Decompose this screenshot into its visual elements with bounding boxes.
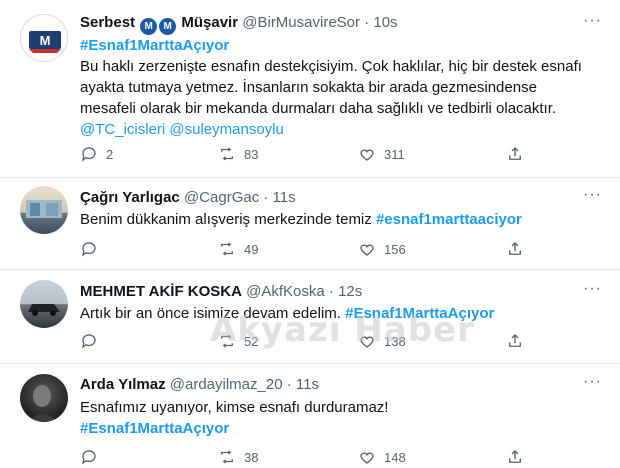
more-options-icon[interactable]: ···	[583, 373, 602, 391]
tweet-text: Artık bir an önce isimize devam edelim. …	[80, 303, 592, 324]
hashtag-link[interactable]: #Esnaf1MarttaAçıyor	[80, 418, 592, 439]
hashtag-link[interactable]: #esnaf1marttaaciyor	[376, 211, 522, 228]
share-icon	[509, 242, 521, 255]
display-name[interactable]: Çağrı Yarlıgac	[80, 189, 180, 206]
tweet-header: Çağrı Yarlıgac @CagrGac · 11s	[80, 188, 296, 208]
reply-icon	[81, 450, 96, 465]
tweet-text: Benim dükkanim alışveriş merkezinde temi…	[80, 209, 592, 230]
heart-icon	[360, 336, 374, 348]
tweet-body-text: Bu haklı zerzenişte esnafın destekçisiyi…	[80, 58, 582, 117]
retweet-button[interactable]: 83	[218, 145, 258, 163]
mention-links[interactable]: @TC_icisleri @suleymansoylu	[80, 119, 592, 140]
like-count: 156	[384, 241, 406, 257]
avatar[interactable]	[20, 280, 68, 328]
tweet[interactable]: Çağrı Yarlıgac @CagrGac · 11s ··· Benim …	[0, 178, 620, 270]
badge-icon: M	[159, 18, 177, 35]
share-button[interactable]	[506, 240, 524, 258]
user-handle[interactable]: @AkfKoska	[246, 283, 325, 300]
reply-icon	[81, 147, 96, 162]
badge-icon: M	[140, 18, 158, 35]
timestamp[interactable]: 11s	[296, 376, 319, 393]
retweet-count: 38	[244, 449, 259, 465]
car-photo-icon	[28, 304, 60, 316]
display-name[interactable]: MEHMET AKİF KOSKA	[80, 283, 242, 300]
svg-text:M: M	[40, 33, 51, 48]
share-button[interactable]	[506, 145, 524, 163]
tweet-header: Arda Yılmaz @ardayilmaz_20 · 11s	[80, 375, 319, 395]
like-count: 148	[384, 449, 406, 465]
tweet-body-text: Benim dükkanim alışveriş merkezinde temi…	[80, 211, 376, 228]
tweet-text: #Esnaf1MarttaAçıyor Bu haklı zerzenişte …	[80, 35, 592, 140]
heart-icon	[360, 244, 374, 256]
retweet-icon	[221, 242, 233, 256]
more-options-icon[interactable]: ···	[583, 280, 602, 298]
share-button[interactable]	[506, 448, 524, 466]
timestamp[interactable]: 10s	[373, 14, 397, 31]
display-name[interactable]: Arda Yılmaz	[80, 376, 166, 393]
retweet-icon	[221, 334, 233, 348]
tweet-actions: 2 83 311	[80, 145, 540, 165]
separator-dot: ·	[364, 14, 370, 31]
like-button[interactable]: 138	[358, 332, 406, 350]
user-handle[interactable]: @BirMusavireSor	[242, 14, 360, 31]
user-handle[interactable]: @ardayilmaz_20	[170, 376, 283, 393]
user-handle[interactable]: @CagrGac	[184, 189, 259, 206]
share-icon	[509, 334, 521, 347]
reply-button[interactable]	[80, 448, 106, 466]
like-button[interactable]: 311	[358, 145, 405, 163]
retweet-button[interactable]: 52	[218, 332, 258, 350]
tweet[interactable]: Arda Yılmaz @ardayilmaz_20 · 11s ··· Esn…	[0, 364, 620, 465]
tweet-actions: 38 148	[80, 448, 540, 468]
tweet-text: Esnafımız uyanıyor, kimse esnafı durdura…	[80, 397, 592, 439]
tweet-body-text: Artık bir an önce isimize devam edelim.	[80, 305, 346, 322]
separator-dot: ·	[263, 189, 269, 206]
retweet-icon	[221, 147, 233, 161]
like-count: 138	[384, 333, 406, 349]
like-count: 311	[384, 146, 405, 162]
retweet-count: 83	[244, 146, 259, 162]
retweet-count: 49	[244, 241, 259, 257]
retweet-button[interactable]: 49	[218, 240, 258, 258]
reply-count: 2	[106, 146, 114, 162]
reply-icon	[81, 334, 96, 349]
hashtag-link[interactable]: #Esnaf1MarttaAçıyor	[345, 305, 494, 322]
tweet-header: MEHMET AKİF KOSKA @AkfKoska · 12s	[80, 282, 362, 302]
timestamp[interactable]: 12s	[338, 283, 362, 300]
reply-button[interactable]	[80, 332, 106, 350]
separator-dot: ·	[286, 376, 292, 393]
display-name-suffix[interactable]: Müşavir	[181, 14, 238, 31]
more-options-icon[interactable]: ···	[583, 186, 602, 204]
like-button[interactable]: 156	[358, 240, 406, 258]
reply-icon	[81, 242, 96, 257]
tweet-actions: 52 138	[80, 332, 540, 352]
tweet[interactable]: M Serbest MM Müşavir @BirMusavireSor · 1…	[0, 0, 620, 178]
share-icon	[509, 450, 521, 463]
avatar[interactable]: M	[20, 14, 68, 62]
retweet-button[interactable]: 38	[218, 448, 258, 466]
reply-button[interactable]: 2	[80, 145, 113, 163]
timestamp[interactable]: 11s	[273, 189, 296, 206]
share-icon	[509, 147, 521, 160]
retweet-count: 52	[244, 333, 259, 349]
share-button[interactable]	[506, 332, 524, 350]
storefront-photo-icon	[26, 200, 62, 218]
tweet-actions: 49 156	[80, 240, 540, 260]
heart-icon	[360, 149, 374, 161]
display-name[interactable]: Serbest	[80, 14, 135, 31]
tweet-header: Serbest MM Müşavir @BirMusavireSor · 10s	[80, 13, 398, 35]
separator-dot: ·	[328, 283, 334, 300]
avatar[interactable]	[20, 186, 68, 234]
retweet-icon	[221, 450, 233, 464]
reply-button[interactable]	[80, 240, 106, 258]
hashtag-link[interactable]: #Esnaf1MarttaAçıyor	[80, 35, 592, 56]
heart-icon	[360, 452, 374, 464]
avatar[interactable]	[20, 374, 68, 422]
tweet[interactable]: MEHMET AKİF KOSKA @AkfKoska · 12s ··· Ar…	[0, 270, 620, 364]
more-options-icon[interactable]: ···	[583, 12, 602, 30]
person-photo-icon	[28, 385, 58, 422]
tweet-body-text: Esnafımız uyanıyor, kimse esnafı durdura…	[80, 399, 389, 416]
like-button[interactable]: 148	[358, 448, 406, 466]
logo-icon: M	[29, 31, 61, 53]
